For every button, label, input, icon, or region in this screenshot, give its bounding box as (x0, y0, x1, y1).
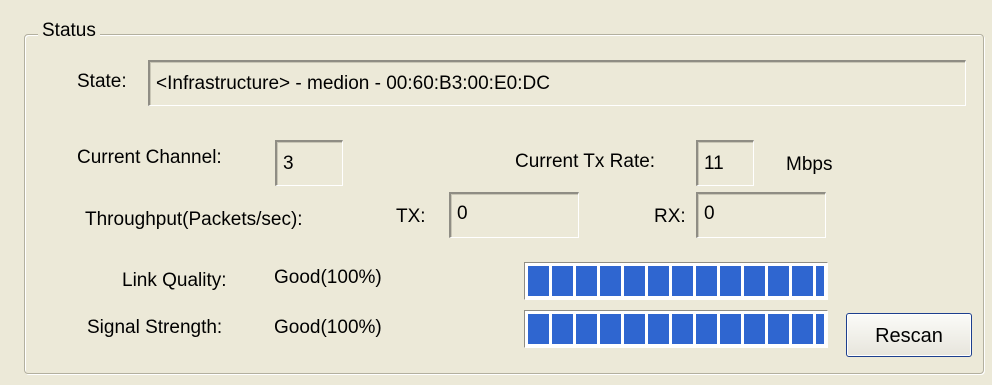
signal-strength-bar (524, 310, 828, 348)
rx-label: RX: (654, 206, 686, 227)
state-label: State: (77, 71, 127, 92)
rx-field: 0 (696, 192, 826, 238)
link-quality-label: Link Quality: (122, 270, 227, 291)
tx-label: TX: (396, 206, 426, 227)
tx-field: 0 (449, 192, 579, 238)
signal-strength-bar-fill (528, 314, 824, 344)
status-group-title: Status (38, 20, 100, 42)
throughput-label: Throughput(Packets/sec): (85, 209, 303, 230)
link-quality-value: Good(100%) (274, 267, 382, 288)
state-field: <Infrastructure> - medion - 00:60:B3:00:… (148, 60, 966, 106)
tx-rate-label: Current Tx Rate: (515, 151, 656, 172)
current-channel-label: Current Channel: (77, 147, 222, 168)
signal-strength-value: Good(100%) (274, 317, 382, 338)
rescan-button[interactable]: Rescan (846, 313, 972, 357)
link-quality-bar-fill (528, 266, 824, 296)
tx-rate-field: 11 (696, 140, 754, 186)
link-quality-bar (524, 262, 828, 300)
tx-rate-unit: Mbps (786, 154, 833, 175)
signal-strength-label: Signal Strength: (87, 317, 223, 338)
current-channel-field: 3 (275, 140, 343, 186)
